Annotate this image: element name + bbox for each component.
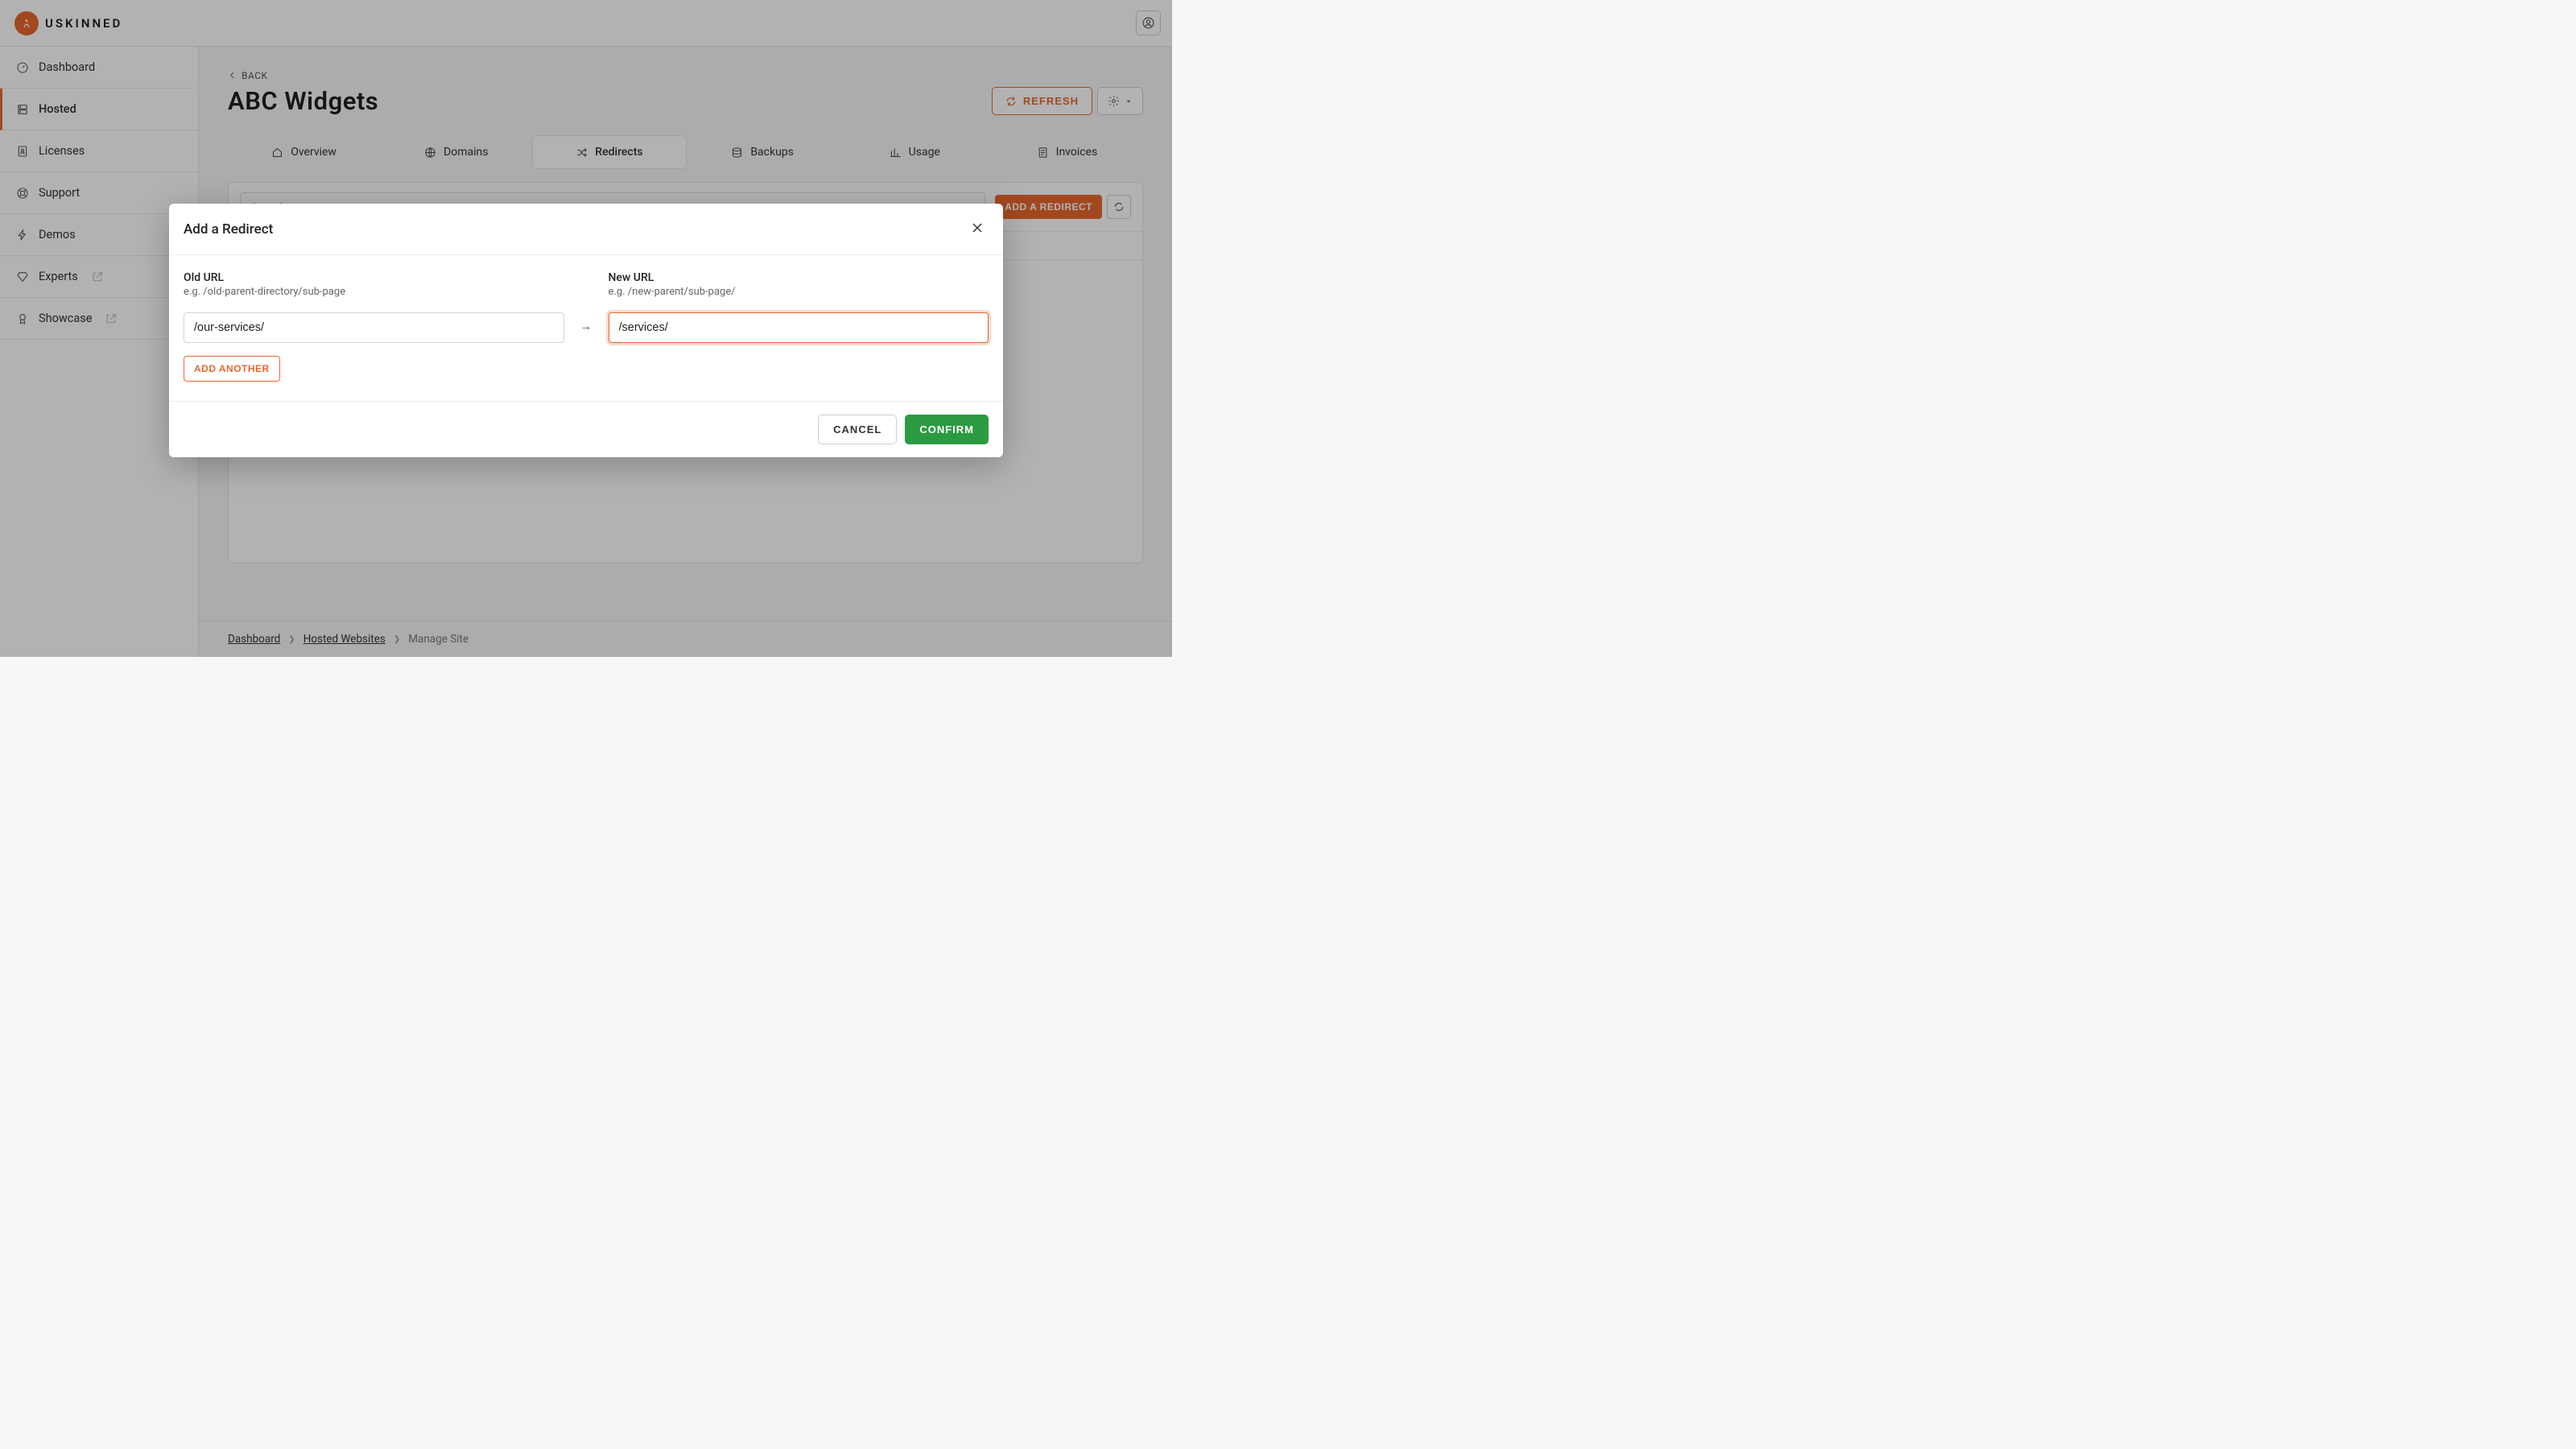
close-icon xyxy=(969,220,985,236)
arrow-right-icon: → xyxy=(580,319,592,343)
old-url-label: Old URL xyxy=(184,271,564,284)
old-url-hint: e.g. /old-parent-directory/sub-page xyxy=(184,286,564,298)
new-url-hint: e.g. /new-parent/sub-page/ xyxy=(609,286,989,298)
close-button[interactable] xyxy=(966,217,989,242)
old-url-input[interactable] xyxy=(184,312,564,343)
add-redirect-modal: Add a Redirect Old URL e.g. /old-parent-… xyxy=(169,204,1003,457)
new-url-input[interactable] xyxy=(609,312,989,343)
modal-title: Add a Redirect xyxy=(184,221,273,237)
cancel-button[interactable]: CANCEL xyxy=(818,415,897,444)
add-another-button[interactable]: ADD ANOTHER xyxy=(184,356,280,382)
confirm-button[interactable]: CONFIRM xyxy=(905,415,989,444)
modal-overlay[interactable]: Add a Redirect Old URL e.g. /old-parent-… xyxy=(0,0,1172,657)
new-url-label: New URL xyxy=(609,271,989,284)
